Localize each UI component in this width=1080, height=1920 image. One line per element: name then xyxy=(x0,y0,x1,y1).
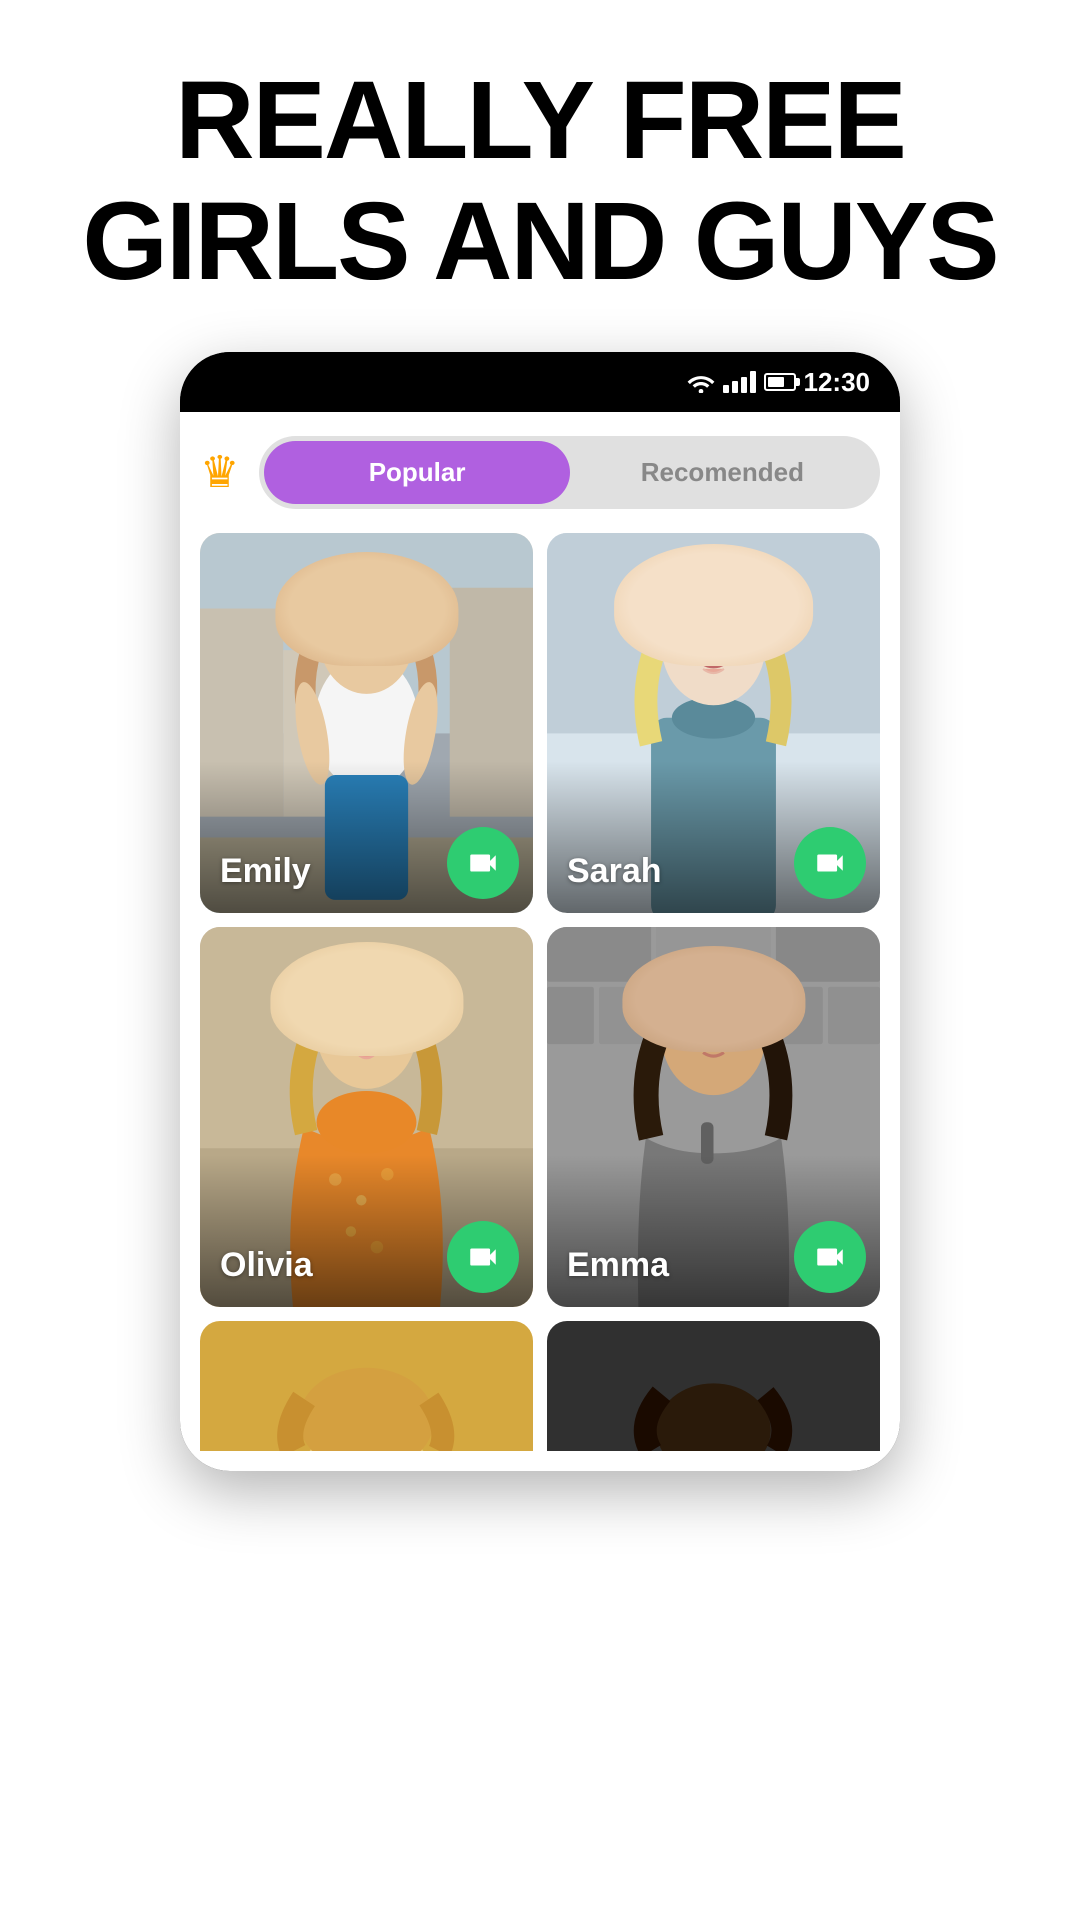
video-call-btn-emily[interactable] xyxy=(447,827,519,899)
video-call-btn-sarah[interactable] xyxy=(794,827,866,899)
profile-card-emily[interactable]: Emily xyxy=(200,533,533,913)
partial-card-2[interactable] xyxy=(547,1321,880,1451)
video-camera-icon xyxy=(813,1240,847,1274)
partial-card-1[interactable] xyxy=(200,1321,533,1451)
profile-name-emma: Emma xyxy=(567,1246,669,1285)
video-call-btn-emma[interactable] xyxy=(794,1221,866,1293)
headline-line1: REALLY FREE xyxy=(82,60,997,181)
app-content: ♛ Popular Recomended xyxy=(180,412,900,1471)
video-camera-icon xyxy=(466,1240,500,1274)
video-camera-icon xyxy=(813,846,847,880)
app-headline: REALLY FREE GIRLS AND GUYS xyxy=(22,0,1057,352)
profile-name-emily: Emily xyxy=(220,852,311,891)
tab-container: Popular Recomended xyxy=(259,436,880,509)
status-bar: 12:30 xyxy=(180,352,900,412)
profile-name-olivia: Olivia xyxy=(220,1246,313,1285)
profile-name-sarah: Sarah xyxy=(567,852,662,891)
phone-mockup: 12:30 ♛ Popular Recomended xyxy=(180,352,900,1471)
status-time: 12:30 xyxy=(804,367,871,398)
profile-card-emma[interactable]: Emma xyxy=(547,927,880,1307)
signal-icon xyxy=(723,371,756,393)
video-call-btn-olivia[interactable] xyxy=(447,1221,519,1293)
wifi-icon xyxy=(687,371,715,393)
partial-card-2-photo xyxy=(547,1321,880,1451)
tab-recommended[interactable]: Recomended xyxy=(570,441,875,504)
app-header: ♛ Popular Recomended xyxy=(200,436,880,509)
tab-popular[interactable]: Popular xyxy=(264,441,569,504)
headline-line2: GIRLS AND GUYS xyxy=(82,181,997,302)
partial-card-1-photo xyxy=(200,1321,533,1451)
profile-card-sarah[interactable]: Sarah xyxy=(547,533,880,913)
crown-icon: ♛ xyxy=(200,447,239,498)
status-icons: 12:30 xyxy=(687,367,871,398)
profiles-grid: Emily xyxy=(200,533,880,1307)
profile-card-olivia[interactable]: Olivia xyxy=(200,927,533,1307)
partial-cards-row xyxy=(200,1321,880,1451)
battery-icon xyxy=(764,373,796,391)
video-camera-icon xyxy=(466,846,500,880)
